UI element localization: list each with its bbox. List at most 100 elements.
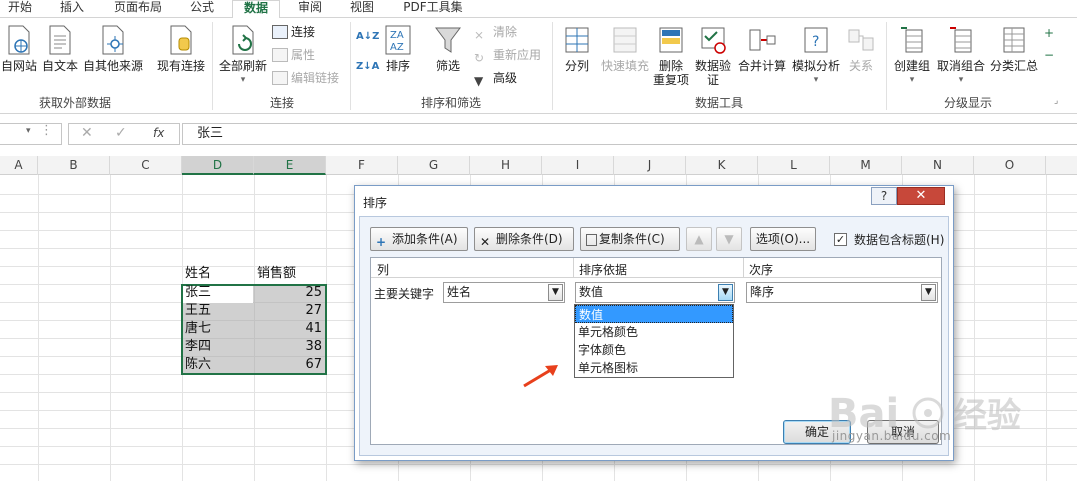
cancel-icon[interactable]: ✕ xyxy=(81,125,93,141)
dropdown-option-font-color[interactable]: 字体颜色 xyxy=(575,341,733,359)
column-header-m[interactable]: M xyxy=(830,156,902,175)
table-cell-sales[interactable]: 41 xyxy=(254,320,326,338)
properties-label: 属性 xyxy=(291,48,316,62)
table-cell-name[interactable]: 唐七 xyxy=(182,320,254,338)
table-cell-name[interactable]: 张三 xyxy=(182,284,254,302)
delete-level-button[interactable]: ✕ 删除条件(D) xyxy=(474,227,574,251)
dropdown-option-values[interactable]: 数值 xyxy=(575,305,733,323)
connections-button[interactable]: 连接 xyxy=(272,23,315,41)
what-if-analysis-button[interactable]: ? 模拟分析 ▾ xyxy=(790,24,842,87)
edit-links-button[interactable]: 编辑链接 xyxy=(272,69,339,87)
column-header-a[interactable]: A xyxy=(0,156,38,175)
column-header-l[interactable]: L xyxy=(758,156,830,175)
dropdown-option-cell-icon[interactable]: 单元格图标 xyxy=(575,359,733,377)
column-header-g[interactable]: G xyxy=(398,156,470,175)
insert-function-button[interactable]: fx xyxy=(153,126,164,140)
column-header-i[interactable]: I xyxy=(542,156,614,175)
dropdown-option-cell-color[interactable]: 单元格颜色 xyxy=(575,323,733,341)
tab-view[interactable]: 视图 xyxy=(348,0,376,18)
table-cell-name[interactable]: 陈六 xyxy=(182,356,254,374)
help-button[interactable]: ? xyxy=(871,187,897,205)
what-if-analysis-icon: ? xyxy=(804,27,828,53)
group-label-data-tools: 数据工具 xyxy=(694,96,743,110)
tab-insert[interactable]: 插入 xyxy=(58,0,86,18)
sort-on-select[interactable]: 数值 ▼ xyxy=(575,282,735,303)
subtotal-label: 分类汇总 xyxy=(989,59,1038,73)
group-button[interactable]: 创建组 ▾ xyxy=(890,24,934,87)
relationships-label: 关系 xyxy=(848,59,873,73)
table-cell-sales[interactable]: 38 xyxy=(254,338,326,356)
consolidate-button[interactable]: 合并计算 xyxy=(736,24,788,73)
column-header-b[interactable]: B xyxy=(38,156,110,175)
table-cell-sales[interactable]: 67 xyxy=(254,356,326,374)
header-cell-sales[interactable]: 销售额 xyxy=(254,265,326,283)
ungroup-button[interactable]: 取消组合 ▾ xyxy=(934,24,988,87)
column-header-o[interactable]: O xyxy=(974,156,1046,175)
move-up-button[interactable]: ▲ xyxy=(686,227,712,251)
column-header-e[interactable]: E xyxy=(254,156,326,175)
from-text-button[interactable]: 自文本 xyxy=(40,24,80,73)
tab-page-layout[interactable]: 页面布局 xyxy=(112,0,164,18)
close-button[interactable]: ✕ xyxy=(897,187,945,205)
filter-button[interactable]: 筛选 xyxy=(430,24,466,73)
chevron-down-icon: ▾ xyxy=(240,75,246,85)
hide-detail-icon[interactable]: − xyxy=(1044,46,1054,64)
table-cell-name[interactable]: 王五 xyxy=(182,302,254,320)
enter-check-icon[interactable]: ✓ xyxy=(115,125,127,141)
existing-connections-button[interactable]: 现有连接 xyxy=(154,24,208,73)
arrow-down-icon: ▼ xyxy=(724,232,734,246)
remove-duplicates-button[interactable]: 删除 重复项 xyxy=(652,24,690,87)
header-cell-name[interactable]: 姓名 xyxy=(182,265,254,283)
move-down-button[interactable]: ▼ xyxy=(716,227,742,251)
name-box[interactable]: ▾ ⋮ xyxy=(0,123,62,145)
column-header-k[interactable]: K xyxy=(686,156,758,175)
from-other-sources-button[interactable]: 自其他来源 xyxy=(82,24,144,73)
sort-on-value: 数值 xyxy=(579,285,604,299)
group-separator xyxy=(552,22,553,110)
edit-links-label: 编辑链接 xyxy=(291,71,340,85)
chevron-down-icon: ▼ xyxy=(718,284,733,301)
refresh-all-button[interactable]: 全部刷新 ▾ xyxy=(216,24,270,87)
dialog-title-bar[interactable]: 排序 ? ✕ xyxy=(355,186,953,216)
sort-column-select[interactable]: 姓名 ▼ xyxy=(443,282,565,303)
relationships-button[interactable]: 关系 xyxy=(842,24,880,73)
column-header-c[interactable]: C xyxy=(110,156,182,175)
text-to-columns-button[interactable]: 分列 xyxy=(558,24,596,73)
reapply-button[interactable]: ↻ 重新应用 xyxy=(474,46,541,65)
order-select[interactable]: 降序 ▼ xyxy=(746,282,938,303)
advanced-filter-button[interactable]: ▼ 高级 xyxy=(474,69,517,88)
tab-formulas[interactable]: 公式 xyxy=(188,0,216,18)
sort-z-a-icon[interactable]: Z↓A xyxy=(356,58,379,76)
annotation-arrow-icon xyxy=(523,365,558,388)
column-header-j[interactable]: J xyxy=(614,156,686,175)
tab-review[interactable]: 审阅 xyxy=(296,0,324,18)
show-detail-icon[interactable]: + xyxy=(1044,24,1054,42)
sort-a-z-icon[interactable]: A↓Z xyxy=(356,28,379,46)
copy-level-button[interactable]: 复制条件(C) xyxy=(580,227,680,251)
properties-button[interactable]: 属性 xyxy=(272,46,315,64)
column-header-h[interactable]: H xyxy=(470,156,542,175)
sort-button[interactable]: ZA AZ 排序 xyxy=(380,24,416,73)
clear-filter-button[interactable]: ⨯ 清除 xyxy=(474,23,517,42)
table-cell-sales[interactable]: 25 xyxy=(254,284,326,302)
has-header-label[interactable]: 数据包含标题(H) xyxy=(854,231,944,248)
column-header-f[interactable]: F xyxy=(326,156,398,175)
tab-home[interactable]: 开始 xyxy=(6,0,34,18)
tab-pdf-tools[interactable]: PDF工具集 xyxy=(402,0,464,18)
table-cell-sales[interactable]: 27 xyxy=(254,302,326,320)
has-header-checkbox[interactable]: ✓ xyxy=(834,233,847,246)
dialog-launcher-icon[interactable]: ⌟ xyxy=(1054,96,1058,106)
formula-input[interactable]: 张三 xyxy=(182,123,1077,145)
options-button[interactable]: 选项(O)... xyxy=(750,227,816,251)
from-web-button[interactable]: 自网站 xyxy=(0,24,38,73)
add-level-button[interactable]: + 添加条件(A) xyxy=(370,227,468,251)
column-header-n[interactable]: N xyxy=(902,156,974,175)
data-validation-button[interactable]: 数据验 证 xyxy=(694,24,732,87)
column-header-d[interactable]: D xyxy=(182,156,254,175)
subtotal-button[interactable]: 分类汇总 xyxy=(988,24,1040,73)
table-cell-name[interactable]: 李四 xyxy=(182,338,254,356)
flash-fill-button[interactable]: 快速填充 xyxy=(598,24,652,73)
chevron-down-icon: ▼ xyxy=(921,284,936,301)
edit-links-icon xyxy=(272,71,288,85)
tab-data[interactable]: 数据 xyxy=(232,0,280,19)
